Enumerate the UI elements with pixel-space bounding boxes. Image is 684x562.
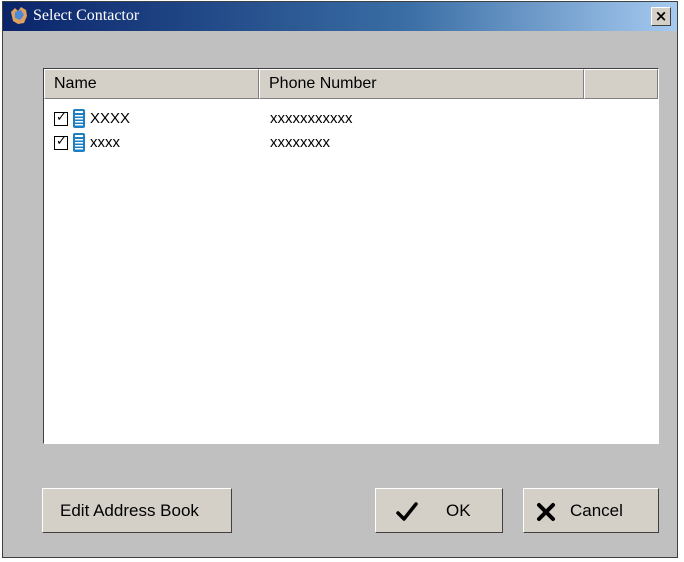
- list-item[interactable]: ✓ XXXX xxxxxxxxxxx: [44, 109, 658, 131]
- contact-checkbox[interactable]: ✓: [54, 110, 68, 126]
- contact-phone: xxxxxxxxxxx: [270, 110, 353, 127]
- column-header-name[interactable]: Name: [44, 69, 259, 99]
- contact-list[interactable]: Name Phone Number ✓ XXXX xxxxxxxxxxx ✓ x…: [43, 68, 659, 444]
- column-header-phone[interactable]: Phone Number: [259, 69, 584, 99]
- contact-phone: xxxxxxxx: [270, 134, 330, 151]
- edit-address-book-button[interactable]: Edit Address Book: [42, 488, 232, 533]
- list-header: Name Phone Number: [44, 69, 658, 99]
- list-item[interactable]: ✓ xxxx xxxxxxxx: [44, 133, 658, 155]
- x-icon: [537, 503, 555, 521]
- check-icon: ✓: [56, 134, 67, 149]
- globe-icon: [11, 7, 27, 24]
- contact-name: XXXX: [90, 110, 131, 127]
- ok-button[interactable]: OK: [375, 488, 503, 533]
- check-icon: ✓: [56, 110, 67, 125]
- contact-name: xxxx: [90, 134, 120, 151]
- close-button[interactable]: ×: [651, 7, 671, 26]
- contact-checkbox[interactable]: ✓: [54, 134, 68, 150]
- cancel-label: Cancel: [570, 501, 623, 520]
- phone-icon: [73, 133, 85, 152]
- edit-address-book-label: Edit Address Book: [60, 501, 199, 520]
- window-title: Select Contactor: [33, 7, 140, 24]
- column-header-extra[interactable]: [584, 69, 658, 99]
- checkmark-icon: [396, 502, 418, 521]
- ok-label: OK: [446, 501, 471, 520]
- phone-icon: [73, 109, 85, 128]
- cancel-button[interactable]: Cancel: [523, 488, 659, 533]
- select-contactor-dialog: Select Contactor × Name Phone Number ✓ X…: [2, 1, 678, 558]
- title-bar[interactable]: Select Contactor ×: [3, 2, 677, 31]
